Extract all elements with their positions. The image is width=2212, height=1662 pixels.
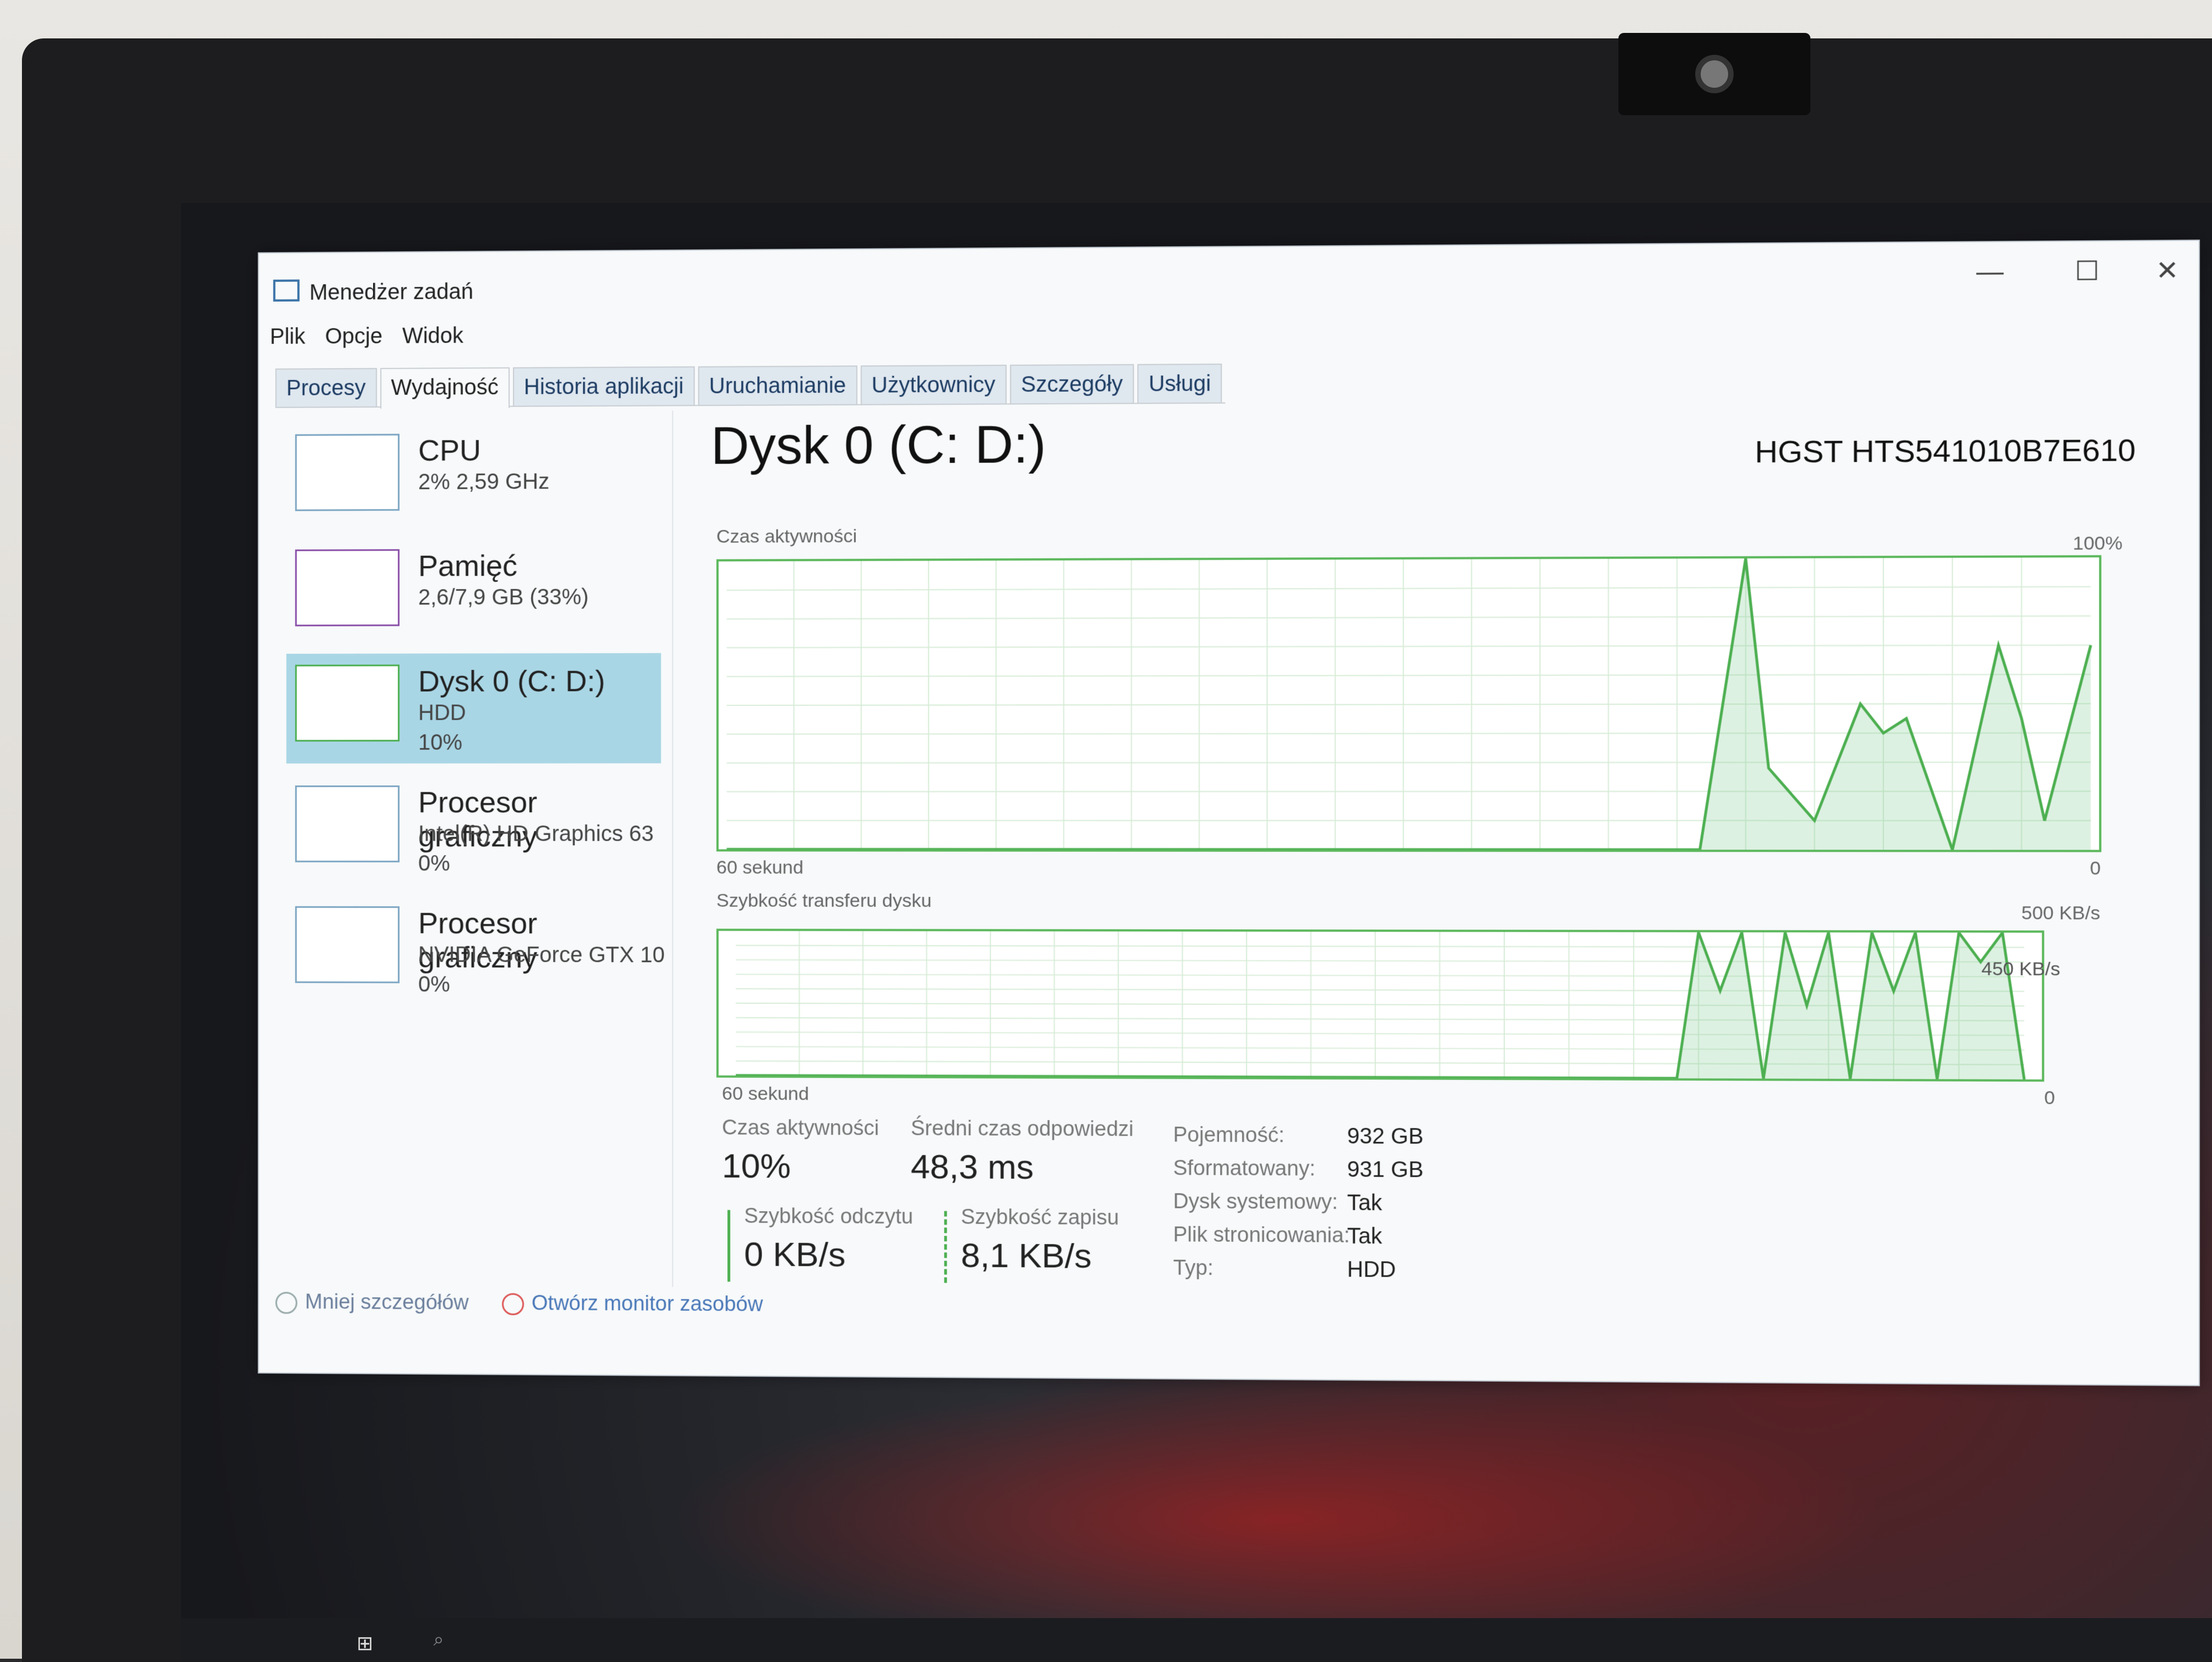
tab-wydajnosc[interactable]: Wydajność xyxy=(380,368,510,409)
resource-title: Dysk 0 (C: D:) xyxy=(418,664,605,699)
resource-monitor-icon xyxy=(502,1293,524,1315)
write-stat-value: 8,1 KB/s xyxy=(961,1236,1091,1276)
window-title: Menedżer zadań xyxy=(309,280,473,306)
tab-uzytkownicy[interactable]: Użytkownicy xyxy=(860,365,1006,404)
cpu-thumbnail xyxy=(295,434,399,511)
prop-label-type: Typ: xyxy=(1173,1257,1213,1281)
resource-list: CPU 2% 2,59 GHz Pamięć 2,6/7,9 GB (33%) … xyxy=(275,410,673,1287)
footer: Mniej szczegółów Otwórz monitor zasobów xyxy=(275,1290,763,1316)
resource-percent: 10% xyxy=(418,731,462,755)
memory-thumbnail xyxy=(295,549,399,626)
resource-subtitle: 2% 2,59 GHz xyxy=(418,470,549,495)
resource-subtitle: Intel(R) HD Graphics 63 xyxy=(418,822,653,846)
resource-subtitle: HDD xyxy=(418,701,466,726)
transfer-chart-max: 500 KB/s xyxy=(2022,902,2101,924)
prop-value-formatted: 931 GB xyxy=(1347,1157,1423,1183)
transfer-chart-min: 0 xyxy=(2044,1087,2055,1109)
taskbar xyxy=(181,1618,2212,1662)
gpu-thumbnail xyxy=(295,785,399,862)
tab-uslugi[interactable]: Usługi xyxy=(1137,364,1222,403)
write-legend-line xyxy=(944,1211,947,1283)
maximize-button[interactable]: ☐ xyxy=(2061,255,2113,289)
prop-value-capacity: 932 GB xyxy=(1347,1124,1423,1149)
resource-item-gpu0[interactable]: Procesor graficzny Intel(R) HD Graphics … xyxy=(286,775,661,885)
grid-line-horizontal xyxy=(727,704,2091,705)
less-details-label: Mniej szczegółów xyxy=(305,1290,469,1314)
tab-bar: Procesy Wydajność Historia aplikacji Uru… xyxy=(275,364,1226,408)
prop-value-type: HDD xyxy=(1347,1257,1396,1282)
transfer-chart-time: 60 sekund xyxy=(722,1083,809,1105)
read-stat-value: 0 KB/s xyxy=(744,1235,845,1274)
resource-title: CPU xyxy=(418,433,481,468)
activity-chart xyxy=(716,555,2102,852)
grid-line-horizontal xyxy=(727,645,2091,648)
resource-title: Pamięć xyxy=(418,549,517,584)
prop-label-system-disk: Dysk systemowy: xyxy=(1173,1190,1338,1214)
activity-chart-max: 100% xyxy=(2073,533,2123,555)
resource-subtitle: NVIDIA GeForce GTX 10 xyxy=(418,942,664,968)
menu-widok[interactable]: Widok xyxy=(402,324,464,357)
taskbar-search-icon[interactable]: ⌕ xyxy=(433,1629,444,1650)
prop-value-page-file: Tak xyxy=(1347,1224,1382,1249)
titlebar: Menedżer zadań — ☐ ✕ xyxy=(259,241,2199,303)
menu-opcje[interactable]: Opcje xyxy=(325,324,382,358)
response-stat-label: Średni czas odpowiedzi xyxy=(911,1117,1133,1141)
prop-label-capacity: Pojemność: xyxy=(1173,1123,1284,1147)
close-button[interactable]: ✕ xyxy=(2141,255,2193,289)
activity-stat-label: Czas aktywności xyxy=(722,1116,879,1140)
grid-line-horizontal xyxy=(727,587,2091,590)
transfer-chart-mid: 450 KB/s xyxy=(1982,958,2061,980)
minimize-button[interactable]: — xyxy=(1964,256,2016,290)
prop-label-page-file: Plik stronicowania: xyxy=(1173,1223,1350,1248)
resource-percent: 0% xyxy=(418,851,450,876)
resource-item-disk0[interactable]: Dysk 0 (C: D:) HDD 10% xyxy=(286,653,661,764)
resource-monitor-label: Otwórz monitor zasobów xyxy=(532,1292,763,1316)
prop-label-formatted: Sformatowany: xyxy=(1173,1157,1315,1182)
prop-value-system-disk: Tak xyxy=(1347,1191,1382,1216)
resource-item-memory[interactable]: Pamięć 2,6/7,9 GB (33%) xyxy=(286,538,661,648)
detail-title: Dysk 0 (C: D:) xyxy=(711,414,1046,476)
activity-chart-time: 60 sekund xyxy=(716,857,804,878)
disk-model: HGST HTS541010B7E610 xyxy=(1755,432,2136,470)
menu-plik[interactable]: Plik xyxy=(270,325,305,358)
tab-historia-aplikacji[interactable]: Historia aplikacji xyxy=(513,366,695,406)
resource-monitor-link[interactable]: Otwórz monitor zasobów xyxy=(502,1291,763,1316)
task-manager-window: Menedżer zadań — ☐ ✕ Plik Opcje Widok Pr… xyxy=(258,240,2200,1386)
resource-subtitle: 2,6/7,9 GB (33%) xyxy=(418,585,589,610)
resource-percent: 0% xyxy=(418,973,450,997)
resource-item-cpu[interactable]: CPU 2% 2,59 GHz xyxy=(286,422,661,533)
activity-stat-value: 10% xyxy=(722,1146,791,1186)
disk-thumbnail xyxy=(295,665,399,742)
tab-szczegoly[interactable]: Szczegóły xyxy=(1010,364,1134,404)
windows-start-icon[interactable]: ⊞ xyxy=(357,1632,379,1654)
tab-procesy[interactable]: Procesy xyxy=(275,368,377,407)
tab-uruchamianie[interactable]: Uruchamianie xyxy=(698,365,857,405)
write-stat-label: Szybkość zapisu xyxy=(961,1206,1119,1230)
menu-bar: Plik Opcje Widok xyxy=(270,324,464,358)
grid-line-horizontal xyxy=(727,675,2091,677)
transfer-chart xyxy=(716,929,2044,1082)
gpu-thumbnail xyxy=(295,906,399,983)
task-manager-icon xyxy=(273,280,300,302)
grid-line-horizontal xyxy=(727,616,2091,619)
response-stat-value: 48,3 ms xyxy=(911,1147,1034,1188)
webcam-lens xyxy=(1695,55,1734,93)
chevron-up-icon xyxy=(275,1292,297,1314)
resource-item-gpu1[interactable]: Procesor graficzny NVIDIA GeForce GTX 10… xyxy=(286,895,661,1006)
wallpaper-lava xyxy=(565,1355,1991,1659)
read-legend-line xyxy=(727,1210,730,1282)
read-stat-label: Szybkość odczytu xyxy=(744,1205,913,1229)
activity-chart-min: 0 xyxy=(2090,858,2101,880)
less-details-button[interactable]: Mniej szczegółów xyxy=(275,1290,469,1315)
transfer-chart-label: Szybkość transferu dysku xyxy=(716,890,932,912)
activity-chart-label: Czas aktywności xyxy=(716,525,857,547)
